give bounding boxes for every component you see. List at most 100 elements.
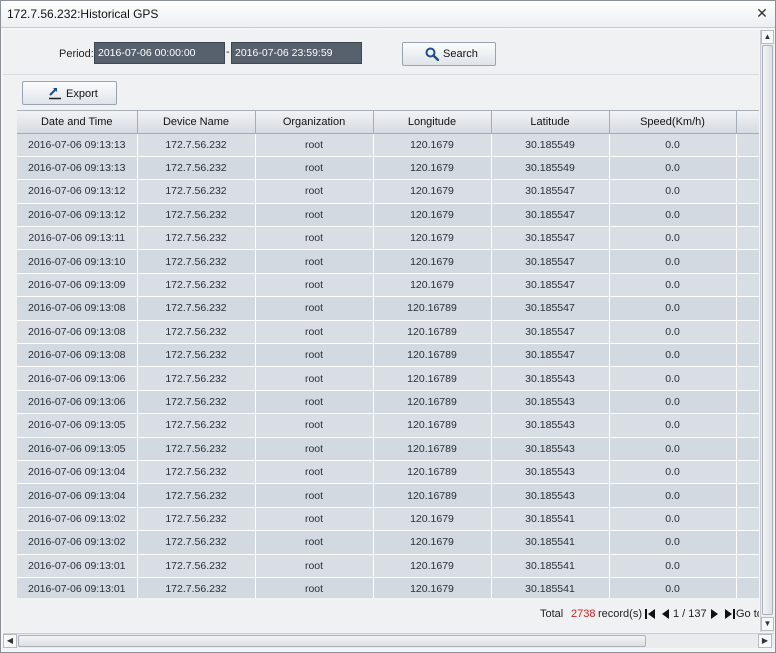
- column-header-latitude[interactable]: Latitude: [491, 111, 610, 134]
- table-row[interactable]: 2016-07-06 09:13:05 172.7.56.232 root 120.1…: [17, 413, 759, 438]
- cell-speed: 0.0: [609, 273, 737, 298]
- column-header-date-time[interactable]: Date and Time: [17, 111, 138, 134]
- cell-latitude: 30.185547: [491, 179, 610, 204]
- first-page-icon[interactable]: [644, 608, 656, 620]
- cell-speed: 0.0: [609, 133, 737, 157]
- cell-organization: root: [255, 460, 374, 485]
- prev-page-icon[interactable]: [659, 608, 671, 620]
- cell-device-name: 172.7.56.232: [137, 437, 256, 461]
- cell-organization: root: [255, 320, 374, 345]
- cell-device-name: 172.7.56.232: [137, 203, 256, 228]
- window-title: 172.7.56.232:Historical GPS: [7, 7, 159, 21]
- column-header-organization[interactable]: Organization: [255, 111, 374, 134]
- date-range-separator: -: [226, 46, 230, 58]
- table-row[interactable]: 2016-07-06 09:13:08 172.7.56.232 root 120.1…: [17, 296, 759, 321]
- table-row[interactable]: 2016-07-06 09:13:12 172.7.56.232 root 120.1…: [17, 179, 759, 204]
- cell-date-time: 2016-07-06 09:13:02: [17, 507, 138, 532]
- scroll-up-button[interactable]: ▲: [761, 30, 774, 44]
- cell-extra: [736, 156, 759, 181]
- cell-speed: 0.0: [609, 554, 737, 578]
- table-row[interactable]: 2016-07-06 09:13:04 172.7.56.232 root 120.1…: [17, 483, 759, 508]
- cell-longitude: 120.1679: [373, 507, 492, 532]
- table-row[interactable]: 2016-07-06 09:13:11 172.7.56.232 root 120.1…: [17, 226, 759, 251]
- table-row[interactable]: 2016-07-06 09:13:10 172.7.56.232 root 120.1…: [17, 249, 759, 274]
- cell-speed: 0.0: [609, 249, 737, 274]
- table-row[interactable]: 2016-07-06 09:13:06 172.7.56.232 root 120.1…: [17, 366, 759, 391]
- table-row[interactable]: 2016-07-06 09:13:09 172.7.56.232 root 120.1…: [17, 273, 759, 298]
- table-row[interactable]: 2016-07-06 09:13:08 172.7.56.232 root 120.1…: [17, 320, 759, 345]
- cell-latitude: 30.185549: [491, 156, 610, 181]
- cell-speed: 0.0: [609, 507, 737, 532]
- search-button[interactable]: Search: [402, 42, 496, 66]
- column-header-speed[interactable]: Speed(Km/h): [609, 111, 737, 134]
- scroll-left-button[interactable]: ◀: [3, 634, 17, 648]
- table-row[interactable]: 2016-07-06 09:13:02 172.7.56.232 root 120.1…: [17, 507, 759, 532]
- table-row[interactable]: 2016-07-06 09:13:13 172.7.56.232 root 120.1…: [17, 133, 759, 157]
- vertical-scroll-thumb[interactable]: [762, 45, 773, 615]
- cell-latitude: 30.185547: [491, 203, 610, 228]
- column-header-longitude[interactable]: Longitude: [373, 111, 492, 134]
- cell-speed: 0.0: [609, 530, 737, 555]
- column-header-device-name[interactable]: Device Name: [137, 111, 256, 134]
- cell-device-name: 172.7.56.232: [137, 366, 256, 391]
- cell-longitude: 120.16789: [373, 483, 492, 508]
- cell-speed: 0.0: [609, 320, 737, 345]
- end-datetime-field[interactable]: 2016-07-06 23:59:59: [231, 42, 362, 64]
- scroll-right-button[interactable]: ▶: [758, 634, 772, 648]
- title-bar: 172.7.56.232:Historical GPS ✕: [1, 1, 775, 28]
- start-datetime-field[interactable]: 2016-07-06 00:00:00: [94, 42, 225, 64]
- cell-extra: [736, 413, 759, 438]
- main-panel: Period: 2016-07-06 00:00:00 - 2016-07-06…: [3, 30, 759, 632]
- cell-latitude: 30.185541: [491, 577, 610, 598]
- next-page-icon[interactable]: [709, 608, 721, 620]
- table-row[interactable]: 2016-07-06 09:13:06 172.7.56.232 root 120.1…: [17, 390, 759, 415]
- last-page-icon[interactable]: [724, 608, 736, 620]
- cell-device-name: 172.7.56.232: [137, 249, 256, 274]
- table-row[interactable]: 2016-07-06 09:13:01 172.7.56.232 root 120.1…: [17, 577, 759, 598]
- cell-latitude: 30.185541: [491, 554, 610, 578]
- table-row[interactable]: 2016-07-06 09:13:12 172.7.56.232 root 120.1…: [17, 203, 759, 228]
- scroll-down-button[interactable]: ▼: [761, 617, 774, 631]
- horizontal-scrollbar[interactable]: ◀ ▶: [3, 633, 774, 648]
- cell-date-time: 2016-07-06 09:13:09: [17, 273, 138, 298]
- cell-device-name: 172.7.56.232: [137, 296, 256, 321]
- cell-date-time: 2016-07-06 09:13:13: [17, 133, 138, 157]
- cell-speed: 0.0: [609, 203, 737, 228]
- period-filter-row: Period: 2016-07-06 00:00:00 - 2016-07-06…: [3, 30, 759, 75]
- cell-speed: 0.0: [609, 390, 737, 415]
- close-button[interactable]: ✕: [753, 4, 771, 22]
- cell-device-name: 172.7.56.232: [137, 390, 256, 415]
- cell-speed: 0.0: [609, 437, 737, 461]
- table-row[interactable]: 2016-07-06 09:13:02 172.7.56.232 root 120.1…: [17, 530, 759, 555]
- cell-organization: root: [255, 530, 374, 555]
- cell-latitude: 30.185543: [491, 437, 610, 461]
- vertical-scrollbar[interactable]: ▲ ▼: [760, 30, 774, 632]
- go-to-page-label[interactable]: Go to: [736, 608, 759, 620]
- horizontal-scroll-thumb[interactable]: [18, 635, 646, 647]
- table-row[interactable]: 2016-07-06 09:13:13 172.7.56.232 root 120.1…: [17, 156, 759, 181]
- export-button[interactable]: Export: [22, 81, 117, 105]
- cell-device-name: 172.7.56.232: [137, 273, 256, 298]
- cell-date-time: 2016-07-06 09:13:08: [17, 320, 138, 345]
- table-row[interactable]: 2016-07-06 09:13:05 172.7.56.232 root 120.1…: [17, 437, 759, 461]
- column-header-extra[interactable]: [736, 111, 759, 134]
- search-button-label: Search: [443, 48, 478, 60]
- total-label: Total: [540, 608, 564, 620]
- cell-latitude: 30.185543: [491, 366, 610, 391]
- table-row[interactable]: 2016-07-06 09:13:01 172.7.56.232 root 120.1…: [17, 554, 759, 578]
- cell-latitude: 30.185543: [491, 413, 610, 438]
- total-record-count: 2738: [571, 608, 596, 620]
- cell-device-name: 172.7.56.232: [137, 413, 256, 438]
- table-row[interactable]: 2016-07-06 09:13:08 172.7.56.232 root 120.1…: [17, 343, 759, 368]
- cell-longitude: 120.1679: [373, 249, 492, 274]
- cell-date-time: 2016-07-06 09:13:11: [17, 226, 138, 251]
- cell-device-name: 172.7.56.232: [137, 483, 256, 508]
- cell-extra: [736, 320, 759, 345]
- cell-latitude: 30.185543: [491, 390, 610, 415]
- cell-extra: [736, 390, 759, 415]
- cell-date-time: 2016-07-06 09:13:06: [17, 390, 138, 415]
- table-row[interactable]: 2016-07-06 09:13:04 172.7.56.232 root 120.1…: [17, 460, 759, 485]
- cell-speed: 0.0: [609, 460, 737, 485]
- cell-organization: root: [255, 133, 374, 157]
- cell-latitude: 30.185547: [491, 226, 610, 251]
